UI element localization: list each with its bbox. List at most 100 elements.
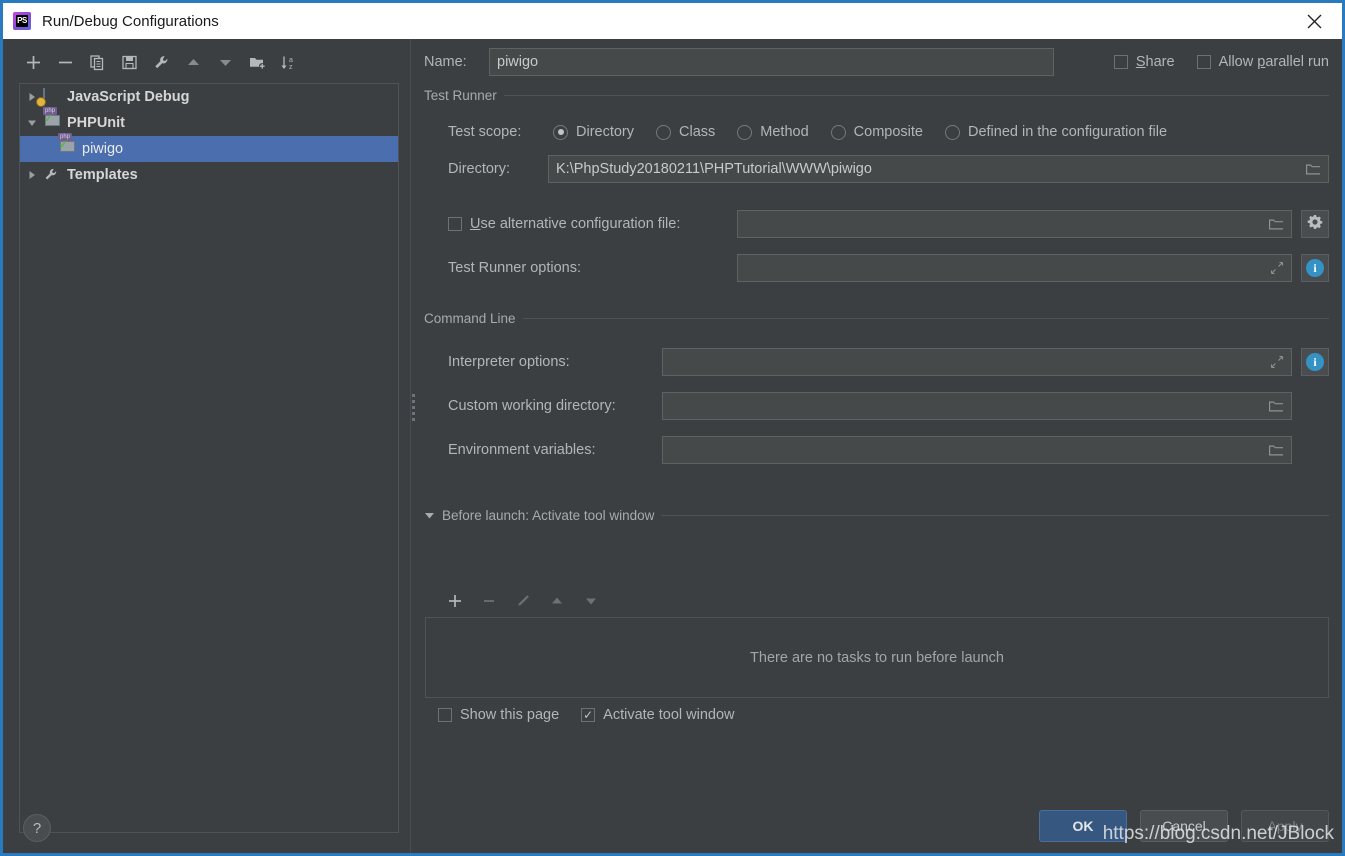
share-checkbox[interactable]: Share [1113,54,1175,70]
title-bar: PS Run/Debug Configurations [3,3,1342,39]
activate-tool-window-label: Activate tool window [603,707,735,723]
tree-item-label: piwigo [82,141,124,157]
edit-templates-button[interactable] [145,47,177,77]
test-runner-group-title: Test Runner [424,87,497,103]
help-button[interactable]: ? [23,814,51,842]
cancel-button[interactable]: Cancel [1140,810,1228,842]
move-task-up-button[interactable] [540,587,574,615]
expand-arrow-icon[interactable] [1270,355,1284,369]
triangle-down-icon[interactable] [424,510,435,521]
dialog-title: Run/Debug Configurations [42,12,219,30]
tree-item-piwigo[interactable]: ✓ php piwigo [20,133,398,162]
add-task-button[interactable] [438,587,472,615]
radio-method-label: Method [760,124,809,140]
tree-item-label: Templates [67,167,138,183]
radio-class[interactable]: Class [656,124,715,140]
custom-working-directory-label: Custom working directory: [448,398,616,414]
name-label: Name: [424,54,467,70]
name-input-value: piwigo [497,54,539,70]
sort-button[interactable]: a z [273,47,305,77]
alt-config-row: Use alternative configuration file: [448,209,1329,239]
splitter-handle[interactable] [412,394,416,424]
alt-config-settings-button[interactable] [1301,210,1329,238]
test-runner-options-info-button[interactable]: i [1301,254,1329,282]
activate-tool-window-checkbox[interactable]: Activate tool window [581,707,735,723]
close-icon[interactable] [1294,3,1334,39]
name-input[interactable]: piwigo [489,48,1054,76]
radio-defined-in-configuration-file-label: Defined in the configuration file [967,124,1168,140]
directory-input-value: K:\PhpStudy20180211\PHPTutorial\WWW\piwi… [556,161,872,177]
command-line-group-title: Command Line [424,310,516,326]
interpreter-options-input[interactable] [662,348,1292,376]
alt-config-checkbox-box[interactable] [448,217,462,231]
remove-configuration-button[interactable] [49,47,81,77]
test-runner-group-header: Test Runner [424,86,1329,104]
configurations-panel: a z JavaScript Debug ✓ php PHPUnit ✓ php… [3,39,410,853]
folder-browse-icon[interactable] [1305,162,1321,176]
apply-button[interactable]: Apply [1241,810,1329,842]
alt-config-label: Use alternative configuration file: [470,216,681,232]
save-configuration-button[interactable] [113,47,145,77]
folder-browse-icon[interactable] [1268,399,1284,413]
before-launch-group-header[interactable]: Before launch: Activate tool window [424,506,1329,524]
new-folder-button[interactable] [241,47,273,77]
before-launch-task-list[interactable]: There are no tasks to run before launch [425,617,1329,698]
remove-task-button[interactable] [472,587,506,615]
custom-working-directory-input[interactable] [662,392,1292,420]
tree-item-javascript-debug[interactable]: JavaScript Debug [20,84,398,110]
alt-config-input[interactable] [737,210,1292,238]
allow-parallel-run-label: Allow parallel run [1218,54,1329,70]
interpreter-options-info-button[interactable]: i [1301,348,1329,376]
tree-item-phpunit[interactable]: ✓ php PHPUnit [20,107,398,136]
edit-task-button[interactable] [506,587,540,615]
run-debug-configurations-dialog: PS Run/Debug Configurations a z JavaScri… [0,0,1345,856]
before-launch-options: Show this page Activate tool window [438,707,735,723]
configurations-toolbar: a z [17,47,305,77]
move-down-button[interactable] [209,47,241,77]
radio-defined-in-configuration-file-button[interactable] [944,124,960,140]
expand-arrow-icon[interactable] [1270,261,1284,275]
directory-input[interactable]: K:\PhpStudy20180211\PHPTutorial\WWW\piwi… [548,155,1329,183]
allow-parallel-run-checkbox-box[interactable] [1196,55,1211,69]
configurations-tree[interactable]: JavaScript Debug ✓ php PHPUnit ✓ php piw… [19,83,399,833]
radio-directory[interactable]: Directory [553,124,634,140]
radio-composite[interactable]: Composite [830,124,923,140]
environment-variables-input[interactable] [662,436,1292,464]
allow-parallel-run-checkbox[interactable]: Allow parallel run [1196,54,1329,70]
activate-tool-window-checkbox-box[interactable] [581,708,596,722]
radio-class-button[interactable] [656,124,672,140]
radio-defined-in-configuration-file[interactable]: Defined in the configuration file [944,124,1168,140]
environment-variables-label: Environment variables: [448,442,596,458]
interpreter-options-row: Interpreter options: i [448,347,1329,377]
directory-label: Directory: [448,161,511,177]
add-configuration-button[interactable] [17,47,49,77]
tree-item-templates[interactable]: Templates [20,162,398,188]
move-up-button[interactable] [177,47,209,77]
show-this-page-checkbox-box[interactable] [438,708,452,722]
radio-composite-label: Composite [853,124,923,140]
chevron-right-icon[interactable] [25,168,39,182]
group-divider [503,94,1329,96]
show-this-page-checkbox[interactable]: Show this page [438,707,559,723]
move-task-down-button[interactable] [574,587,608,615]
ok-button[interactable]: OK [1039,810,1127,842]
folder-browse-icon[interactable] [1268,217,1284,231]
panel-splitter[interactable] [410,39,417,853]
before-launch-group-title: Before launch: Activate tool window [442,507,655,523]
directory-row: Directory: K:\PhpStudy20180211\PHPTutori… [448,154,1329,184]
group-divider [661,514,1329,516]
info-icon: i [1306,353,1324,371]
alt-config-checkbox[interactable]: Use alternative configuration file: [448,216,728,232]
copy-configuration-button[interactable] [81,47,113,77]
show-this-page-label: Show this page [460,707,560,723]
test-runner-options-input[interactable] [737,254,1292,282]
share-checkbox-box[interactable] [1113,55,1128,69]
javascript-debug-icon [43,88,61,106]
radio-composite-button[interactable] [830,124,846,140]
chevron-down-icon[interactable] [25,116,39,130]
radio-directory-button[interactable] [553,124,568,140]
radio-method-button[interactable] [737,124,753,140]
test-runner-options-row: Test Runner options: i [448,253,1329,283]
radio-method[interactable]: Method [737,124,809,140]
folder-browse-icon[interactable] [1268,443,1284,457]
